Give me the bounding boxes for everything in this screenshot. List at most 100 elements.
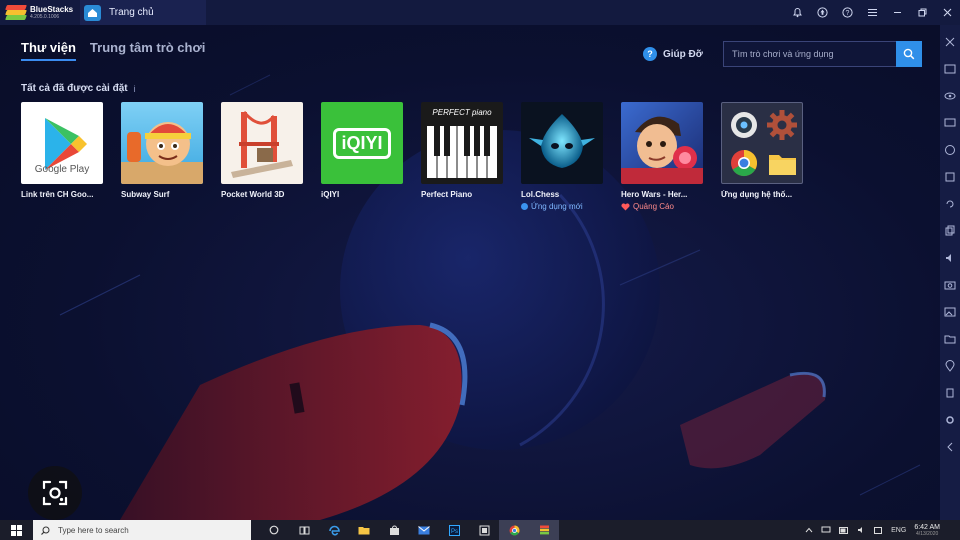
keyboard-icon[interactable] xyxy=(943,62,957,76)
tab-game-center[interactable]: Trung tâm trò chơi xyxy=(90,40,205,59)
eye-icon[interactable] xyxy=(943,89,957,103)
taskbar-search-label: Type here to search xyxy=(58,525,129,535)
rotate-icon[interactable] xyxy=(943,197,957,211)
battery-icon[interactable] xyxy=(839,526,849,534)
account-icon[interactable] xyxy=(810,0,835,25)
app-tile-perfect-piano[interactable]: PERFECT piano Perfect Piano xyxy=(421,102,521,211)
network-icon[interactable] xyxy=(821,526,831,534)
app-icon[interactable] xyxy=(469,520,499,540)
file-explorer-icon[interactable] xyxy=(349,520,379,540)
help-button[interactable]: ? Giúp Đỡ xyxy=(643,47,703,61)
app-tile-pocket-world[interactable]: Pocket World 3D xyxy=(221,102,321,211)
start-button[interactable] xyxy=(0,520,33,540)
menu-icon[interactable] xyxy=(860,0,885,25)
cortana-icon[interactable] xyxy=(259,520,289,540)
speaker-icon[interactable] xyxy=(857,526,866,534)
image-icon[interactable] xyxy=(943,305,957,319)
home-tab-label: Trang chủ xyxy=(109,7,154,18)
taskbar-search[interactable]: Type here to search xyxy=(33,520,251,540)
app-tile-google-play[interactable]: Google Play Link trên CH Goo... xyxy=(21,102,121,211)
bluestacks-logo-icon xyxy=(5,4,27,21)
app-tile-subway-surf[interactable]: Subway Surf xyxy=(121,102,221,211)
tray-chevron-icon[interactable] xyxy=(805,527,813,533)
expand-icon[interactable] xyxy=(943,35,957,49)
search-input[interactable] xyxy=(723,41,896,67)
subway-surf-icon xyxy=(121,102,203,184)
settings-icon[interactable] xyxy=(943,413,957,427)
folder-icon[interactable] xyxy=(943,332,957,346)
help-label: Giúp Đỡ xyxy=(663,48,703,60)
search-icon xyxy=(903,48,915,60)
space-background-art xyxy=(59,74,921,520)
copy-icon[interactable] xyxy=(943,224,957,238)
svg-text:?: ? xyxy=(846,10,850,17)
main-tabs: Thư viện Trung tâm trò chơi xyxy=(21,40,205,61)
bluestacks-taskbar-icon[interactable] xyxy=(529,520,559,540)
chrome-icon[interactable] xyxy=(499,520,529,540)
new-app-label: Ứng dụng mới xyxy=(531,202,583,211)
clock-time: 6:42 AM xyxy=(914,523,940,531)
google-play-icon: Google Play xyxy=(21,102,103,184)
app-tile-hero-wars[interactable]: Hero Wars - Her... Quảng Cáo xyxy=(621,102,721,211)
restore-icon[interactable] xyxy=(910,0,935,25)
windows-taskbar: Type here to search Ps ENG 6:42 AM 4/13/… xyxy=(0,520,960,540)
store-icon[interactable] xyxy=(379,520,409,540)
ad-label: Quảng Cáo xyxy=(633,202,674,211)
macro-icon[interactable] xyxy=(943,170,957,184)
app-tile-iqiyi[interactable]: iQIYI iQIYI xyxy=(321,102,421,211)
taskbar-clock[interactable]: 6:42 AM 4/13/2020 xyxy=(914,524,940,537)
new-app-badge: Ứng dụng mới xyxy=(521,202,621,211)
help-icon[interactable]: ? xyxy=(835,0,860,25)
photoshop-icon[interactable]: Ps xyxy=(439,520,469,540)
title-bar: BlueStacks 4.205.0.1006 Trang chủ ? xyxy=(0,0,960,25)
app-tile-lol-chess[interactable]: Lol.Chess Ứng dụng mới xyxy=(521,102,621,211)
lens-icon xyxy=(42,480,68,506)
brand-name: BlueStacks xyxy=(30,4,74,14)
task-view-icon[interactable] xyxy=(289,520,319,540)
installed-section-title: Tất cả đã được cài đặt i xyxy=(21,83,136,94)
question-icon: ? xyxy=(643,47,657,61)
app-name: Subway Surf xyxy=(121,190,170,199)
brand-version: 4.205.0.1006 xyxy=(30,13,60,20)
app-name: Hero Wars - Her... xyxy=(621,190,688,199)
search-button[interactable] xyxy=(896,41,922,67)
ad-badge: Quảng Cáo xyxy=(621,202,721,211)
windows-icon xyxy=(11,524,22,536)
bluestacks-brand: BlueStacks 4.205.0.1006 xyxy=(0,0,80,25)
record-icon[interactable] xyxy=(943,143,957,157)
new-dot-icon xyxy=(521,203,528,210)
close-icon[interactable] xyxy=(935,0,960,25)
clock-date: 4/13/2020 xyxy=(916,530,939,537)
shake-icon[interactable] xyxy=(943,386,957,400)
system-apps-icon xyxy=(721,102,803,184)
location-icon[interactable] xyxy=(943,359,957,373)
mail-icon[interactable] xyxy=(409,520,439,540)
search-icon xyxy=(41,526,50,535)
info-icon[interactable]: i xyxy=(134,84,136,94)
lens-button[interactable] xyxy=(28,466,82,520)
minimize-icon[interactable] xyxy=(885,0,910,25)
hero-wars-icon xyxy=(621,102,703,184)
tab-home[interactable]: Trang chủ xyxy=(80,0,206,25)
tab-library[interactable]: Thư viện xyxy=(21,40,76,61)
back-icon[interactable] xyxy=(943,440,957,454)
camera-icon[interactable] xyxy=(943,278,957,292)
screen-icon[interactable] xyxy=(943,116,957,130)
piano-icon: PERFECT piano xyxy=(421,102,503,184)
app-name: Link trên CH Goo... xyxy=(21,190,94,199)
pocket-world-icon xyxy=(221,102,303,184)
volume-icon[interactable] xyxy=(943,251,957,265)
lol-chess-icon xyxy=(521,102,603,184)
bell-icon[interactable] xyxy=(785,0,810,25)
google-play-text: Google Play xyxy=(34,164,90,175)
language-indicator[interactable]: ENG xyxy=(891,527,906,534)
app-tile-system-apps[interactable]: Ứng dụng hệ thố... xyxy=(721,102,821,211)
battery-level-icon[interactable] xyxy=(874,526,883,534)
iqiyi-logo-text: iQIYI xyxy=(333,127,391,159)
edge-icon[interactable] xyxy=(319,520,349,540)
piano-logo-text: PERFECT piano xyxy=(432,108,492,117)
side-toolbar xyxy=(940,25,960,520)
svg-text:Ps: Ps xyxy=(450,529,457,535)
app-name: iQIYI xyxy=(321,190,340,199)
app-name: Perfect Piano xyxy=(421,190,473,199)
